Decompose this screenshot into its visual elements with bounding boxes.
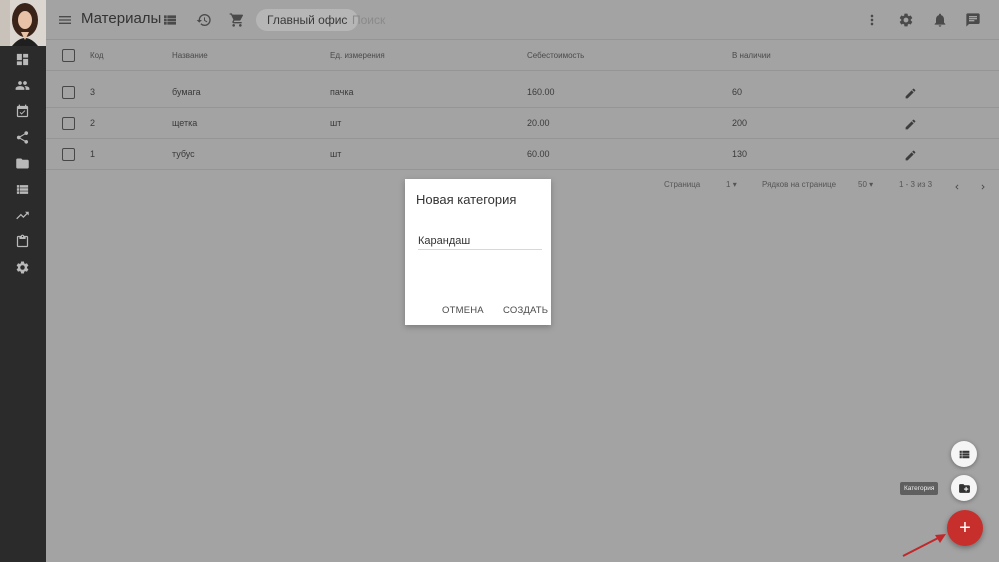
cell-cost: 60.00 — [527, 149, 550, 159]
rows-per-page-label: Рядков на странице — [762, 180, 837, 189]
bell-icon[interactable] — [930, 10, 950, 30]
cell-name: бумага — [172, 87, 201, 97]
column-header-stock[interactable]: В наличии — [732, 40, 771, 71]
cart-icon[interactable] — [227, 10, 247, 30]
cell-code: 3 — [90, 87, 96, 97]
list-view-icon[interactable] — [160, 10, 180, 30]
cell-unit: шт — [330, 118, 342, 128]
page-label: Страница — [664, 180, 701, 189]
list-icon — [959, 450, 969, 458]
calendar-check-icon[interactable] — [13, 102, 31, 120]
search-input[interactable] — [352, 9, 552, 31]
chat-icon[interactable] — [963, 10, 983, 30]
history-icon[interactable] — [194, 10, 214, 30]
list-icon[interactable] — [13, 180, 31, 198]
edit-icon[interactable] — [902, 85, 918, 101]
row-checkbox[interactable] — [62, 117, 75, 130]
row-checkbox[interactable] — [62, 86, 75, 99]
cell-cost: 160.00 — [527, 87, 555, 97]
add-category-fab[interactable] — [951, 475, 977, 501]
gear-icon[interactable] — [896, 10, 916, 30]
row-checkbox[interactable] — [62, 148, 75, 161]
table-row[interactable]: 3 бумага пачка 160.00 60 — [46, 77, 999, 108]
office-selector-chip[interactable]: Главный офис — [256, 9, 359, 31]
add-fab-button[interactable]: + — [947, 510, 983, 546]
list-fab[interactable] — [951, 441, 977, 467]
page-select[interactable]: 1 ▾ — [726, 180, 737, 189]
cell-unit: шт — [330, 149, 342, 159]
category-tooltip: Категория — [900, 482, 939, 495]
cell-cost: 20.00 — [527, 118, 550, 128]
page-value: 1 — [726, 180, 731, 189]
prev-page-icon[interactable] — [950, 180, 964, 194]
column-header-cost[interactable]: Себестоимость — [527, 40, 584, 71]
share-icon[interactable] — [13, 128, 31, 146]
select-all-checkbox[interactable] — [62, 49, 75, 62]
table-row[interactable]: 1 тубус шт 60.00 130 — [46, 139, 999, 170]
sidebar — [0, 0, 46, 562]
people-icon[interactable] — [13, 76, 31, 94]
table-header-row: Код Название Ед. измерения Себестоимость… — [46, 40, 999, 71]
settings-icon[interactable] — [13, 258, 31, 276]
cancel-button[interactable]: ОТМЕНА — [442, 305, 484, 316]
chevron-down-icon: ▾ — [869, 180, 874, 189]
new-category-dialog: Новая категория ОТМЕНА СОЗДАТЬ — [405, 179, 551, 325]
rows-per-page-value: 50 — [858, 180, 867, 189]
column-header-code[interactable]: Код — [90, 40, 104, 71]
table-row[interactable]: 2 щетка шт 20.00 200 — [46, 108, 999, 139]
folder-icon[interactable] — [13, 154, 31, 172]
create-button[interactable]: СОЗДАТЬ — [503, 305, 548, 316]
cell-name: щетка — [172, 118, 198, 128]
next-page-icon[interactable] — [976, 180, 990, 194]
page-title: Материалы — [81, 10, 162, 27]
create-folder-icon — [958, 483, 970, 493]
menu-icon[interactable] — [55, 10, 75, 30]
top-bar: Материалы Главный офис — [46, 0, 999, 40]
edit-icon[interactable] — [902, 147, 918, 163]
cell-stock: 60 — [732, 87, 743, 97]
clipboard-icon[interactable] — [13, 232, 31, 250]
chevron-down-icon: ▾ — [732, 180, 737, 189]
edit-icon[interactable] — [902, 116, 918, 132]
cell-unit: пачка — [330, 87, 354, 97]
cell-code: 2 — [90, 118, 96, 128]
dashboard-icon[interactable] — [13, 50, 31, 68]
more-vert-icon[interactable] — [862, 10, 882, 30]
category-name-input[interactable] — [418, 232, 542, 250]
rows-per-page-select[interactable]: 50 ▾ — [858, 180, 873, 189]
column-header-unit[interactable]: Ед. измерения — [330, 40, 385, 71]
pagination-range: 1 - 3 из 3 — [899, 180, 933, 189]
cell-stock: 200 — [732, 118, 748, 128]
pointer-arrow-annotation — [902, 534, 946, 557]
cell-stock: 130 — [732, 149, 748, 159]
cell-name: тубус — [172, 149, 195, 159]
dialog-title: Новая категория — [416, 192, 517, 207]
column-header-name[interactable]: Название — [172, 40, 208, 71]
cell-code: 1 — [90, 149, 96, 159]
trending-icon[interactable] — [13, 206, 31, 224]
avatar[interactable] — [0, 0, 46, 46]
